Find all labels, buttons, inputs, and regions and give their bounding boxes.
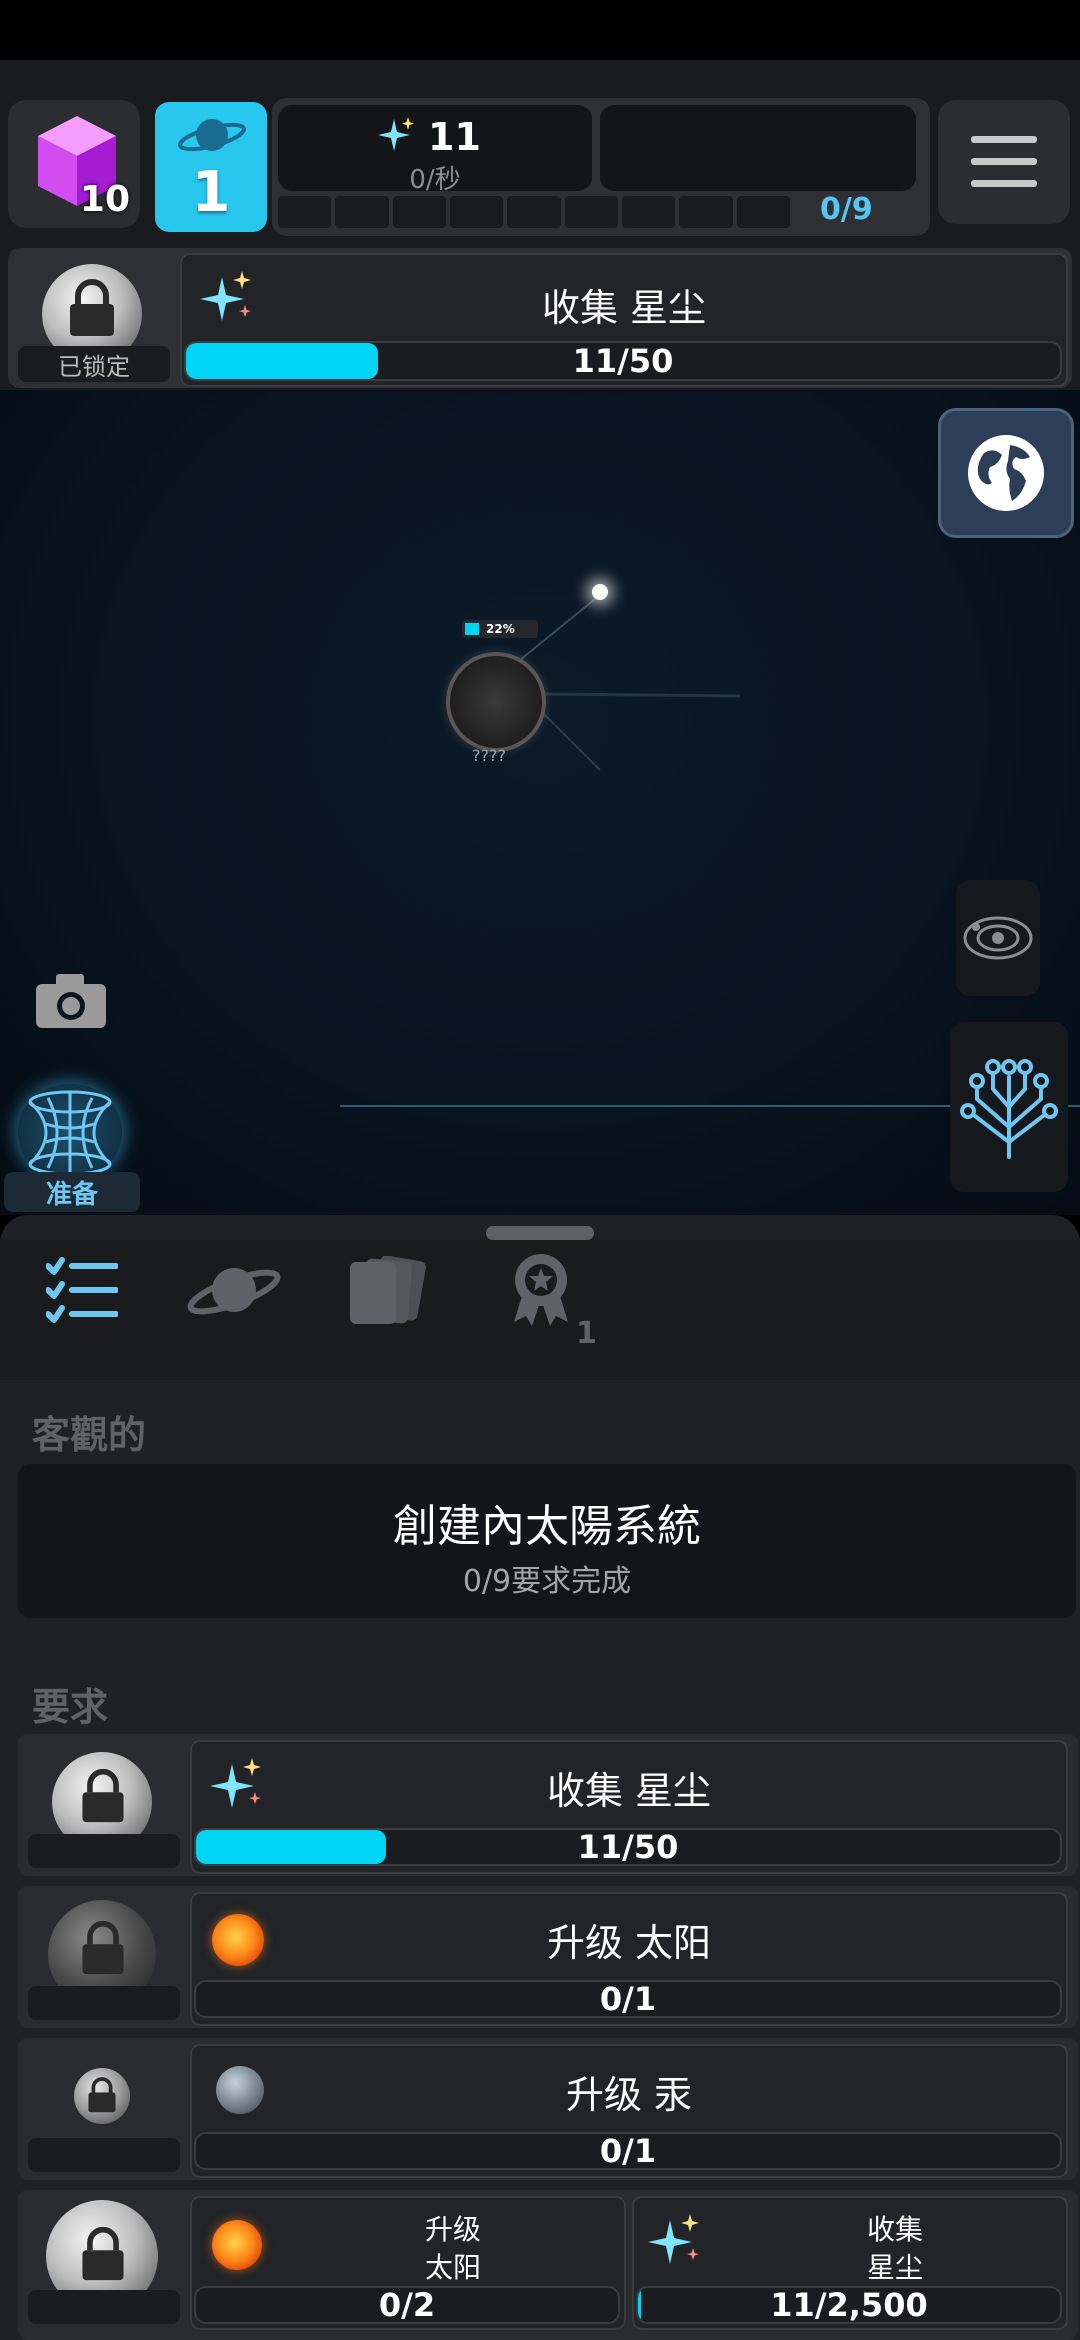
lock-icon [82, 1920, 124, 1975]
requirements-section-title: 要求 [32, 1685, 109, 1729]
orbit-lines [340, 594, 1080, 1107]
achievements-badge: 1 [576, 1316, 597, 1351]
top-task-title: 收集 星尘 [541, 285, 707, 330]
menu-icon [971, 136, 1037, 187]
planet-progress-text: 22% [486, 622, 515, 636]
requirement-4b-line2: 星尘 [866, 2251, 923, 2284]
objective-section-title: 客觀的 [32, 1413, 147, 1457]
progress-count: 0/9 [820, 192, 873, 227]
requirement-progress-text-1: 11/50 [577, 1828, 679, 1866]
planet-progress-badge: 22% [462, 620, 538, 638]
lock-icon [82, 2226, 124, 2281]
empty-resource-slot [600, 105, 916, 191]
requirement-progress-text-4a: 0/2 [378, 2286, 436, 2324]
cube-count: 10 [79, 179, 130, 220]
wormhole-button[interactable] [18, 1084, 122, 1180]
objective-title: 創建內太陽系統 [393, 1501, 701, 1552]
requirement-progress-text-3: 0/1 [599, 2132, 657, 2170]
menu-button[interactable] [938, 100, 1070, 224]
wormhole-icon [28, 1090, 112, 1176]
globe-button[interactable] [938, 408, 1074, 538]
requirement-progress-1: 11/50 [194, 1828, 1062, 1866]
requirement-4a-line1: 升级 [424, 2213, 481, 2246]
stardust-display: 11 0/秒 [278, 105, 592, 195]
objective-subtitle: 0/9要求完成 [462, 1564, 632, 1599]
distant-star [592, 584, 608, 600]
space-view[interactable]: 22% ???? 准备 [0, 390, 1080, 1215]
planet-icon [178, 119, 246, 152]
tab-achievements[interactable] [512, 1252, 570, 1328]
objective-card: 創建內太陽系統 0/9要求完成 [18, 1464, 1076, 1618]
stardust-count: 11 [428, 115, 481, 159]
planet-name: ???? [472, 746, 506, 765]
ready-label: 准备 [4, 1172, 140, 1212]
requirement-orb-label-2 [28, 1986, 180, 2020]
requirement-orb-label-1 [28, 1834, 180, 1868]
top-task-progress: 11/50 [184, 341, 1062, 381]
requirement-progress-4a: 0/2 [194, 2286, 620, 2324]
sun-icon [212, 2220, 262, 2270]
requirement-title-3: 升级 汞 [565, 2072, 693, 2117]
requirement-orb-label-4 [28, 2290, 180, 2324]
sparkle-icon [378, 117, 414, 151]
sparkle-icon [648, 2214, 699, 2264]
requirement-card-4a[interactable]: 升级 太阳 0/2 [190, 2196, 626, 2330]
lock-icon [82, 1768, 124, 1823]
requirement-progress-text-2: 0/1 [599, 1980, 657, 2018]
requirement-card-1[interactable]: 收集 星尘 11/50 [190, 1740, 1068, 1874]
requirement-card-4b[interactable]: 收集 星尘 11/2,500 [632, 2196, 1068, 2330]
level-button[interactable]: 1 [155, 102, 267, 232]
tree-icon [960, 1059, 1058, 1159]
tab-planets[interactable] [186, 1254, 282, 1326]
requirement-progress-text-4b: 11/2,500 [770, 2286, 928, 2324]
requirement-progress-4b: 11/2,500 [636, 2286, 1062, 2324]
stardust-rate: 0/秒 [409, 165, 461, 195]
requirement-4a-line2: 太阳 [424, 2251, 481, 2284]
lock-icon [70, 279, 114, 336]
tab-cards[interactable] [348, 1256, 430, 1326]
requirement-card-3[interactable]: 升级 汞 0/1 [190, 2044, 1068, 2178]
requirement-progress-3: 0/1 [194, 2132, 1062, 2170]
globe-icon [968, 435, 1044, 511]
solar-system-icon [963, 916, 1033, 960]
lock-icon [88, 2077, 116, 2113]
camera-icon[interactable] [36, 972, 106, 1028]
requirement-progress-2: 0/1 [194, 1980, 1062, 2018]
progress-segments [278, 196, 790, 228]
locked-label: 已锁定 [18, 346, 170, 382]
tech-tree-button[interactable] [950, 1022, 1068, 1192]
solar-view-button[interactable] [956, 880, 1040, 996]
level-number: 1 [191, 159, 231, 225]
top-task-progress-text: 11/50 [572, 342, 674, 380]
top-task-card[interactable]: 收集 星尘 11/50 [180, 253, 1068, 387]
requirement-card-2[interactable]: 升级 太阳 0/1 [190, 1892, 1068, 2026]
unknown-planet[interactable] [446, 652, 546, 752]
cube-counter[interactable]: 10 [8, 100, 140, 228]
requirement-title-2: 升级 太阳 [546, 1920, 712, 1965]
requirement-4b-line1: 收集 [866, 2213, 923, 2246]
sheet-drag-handle[interactable] [486, 1226, 594, 1240]
requirement-orb-label-3 [28, 2138, 180, 2172]
requirement-title-1: 收集 星尘 [546, 1768, 712, 1813]
tab-objectives[interactable] [46, 1254, 118, 1326]
